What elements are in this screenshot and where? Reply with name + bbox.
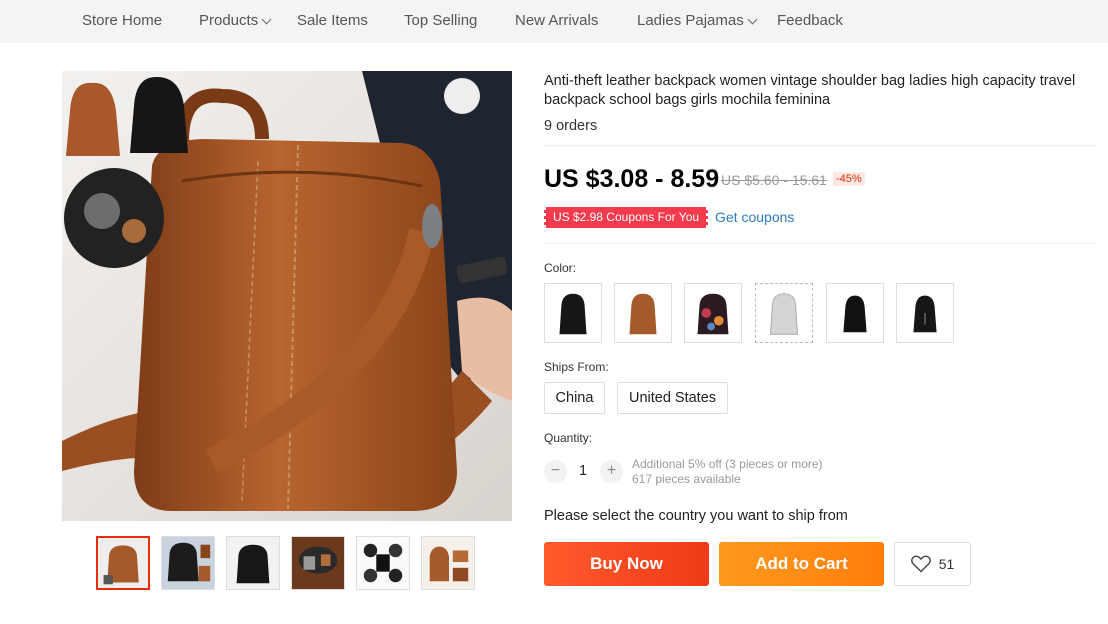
nav-products[interactable]: Products: [199, 12, 272, 29]
color-swatch-black-tassel[interactable]: [896, 283, 954, 343]
quantity-value[interactable]: 1: [575, 463, 591, 479]
color-swatch-brown[interactable]: [614, 283, 672, 343]
ship-country-note: Please select the country you want to sh…: [544, 508, 848, 524]
get-coupons-link[interactable]: Get coupons: [715, 209, 794, 225]
quantity-increase-button[interactable]: +: [600, 460, 623, 483]
original-price: US $5.60 - 15.61: [721, 172, 827, 188]
add-to-cart-button[interactable]: Add to Cart: [719, 542, 884, 586]
divider: [544, 145, 1096, 146]
thumbnail-brown-interior[interactable]: [291, 536, 345, 590]
quantity-decrease-button[interactable]: −: [544, 460, 567, 483]
color-swatch-floral[interactable]: [684, 283, 742, 343]
thumbnail-brown-set[interactable]: [421, 536, 475, 590]
current-price: US $3.08 - 8.59: [544, 165, 720, 193]
product-title: Anti-theft leather backpack women vintag…: [544, 73, 1076, 108]
color-label: Color:: [544, 261, 577, 275]
nav-store-home[interactable]: Store Home: [82, 12, 162, 29]
store-nav: Store Home Products Sale Items Top Selli…: [0, 0, 1108, 43]
nav-new-arrivals[interactable]: New Arrivals: [515, 12, 598, 29]
wishlist-count: 51: [938, 556, 955, 572]
thumbnail-black-bag[interactable]: [226, 536, 280, 590]
wishlist-button[interactable]: 51: [894, 542, 971, 586]
color-swatch-black[interactable]: [544, 283, 602, 343]
nav-ladies-pajamas[interactable]: Ladies Pajamas: [637, 12, 758, 29]
order-count: 9 orders: [544, 118, 598, 134]
divider: [544, 243, 1096, 244]
ships-from-label: Ships From:: [544, 360, 609, 374]
thumbnail-blue-black-bag[interactable]: [161, 536, 215, 590]
nav-top-selling[interactable]: Top Selling: [404, 12, 477, 29]
discount-badge: -45%: [833, 172, 865, 186]
coupon-tag[interactable]: US $2.98 Coupons For You: [542, 207, 710, 228]
heart-icon: [910, 555, 931, 573]
ship-from-united-states[interactable]: United States: [617, 382, 728, 414]
buy-now-button[interactable]: Buy Now: [544, 542, 709, 586]
quantity-label: Quantity:: [544, 431, 593, 445]
nav-sale-items[interactable]: Sale Items: [297, 12, 368, 29]
chevron-down-icon: [747, 14, 758, 25]
main-product-image[interactable]: [62, 71, 512, 521]
color-swatch-black-small[interactable]: [826, 283, 884, 343]
chevron-down-icon: [261, 14, 272, 25]
thumbnail-brown-bag[interactable]: [96, 536, 150, 590]
ship-from-china[interactable]: China: [544, 382, 605, 414]
stock-available: 617 pieces available: [632, 472, 741, 486]
bulk-discount-note: Additional 5% off (3 pieces or more): [632, 457, 823, 471]
thumbnail-black-detail[interactable]: [356, 536, 410, 590]
color-swatch-silver[interactable]: [755, 283, 813, 343]
nav-feedback[interactable]: Feedback: [777, 12, 843, 29]
